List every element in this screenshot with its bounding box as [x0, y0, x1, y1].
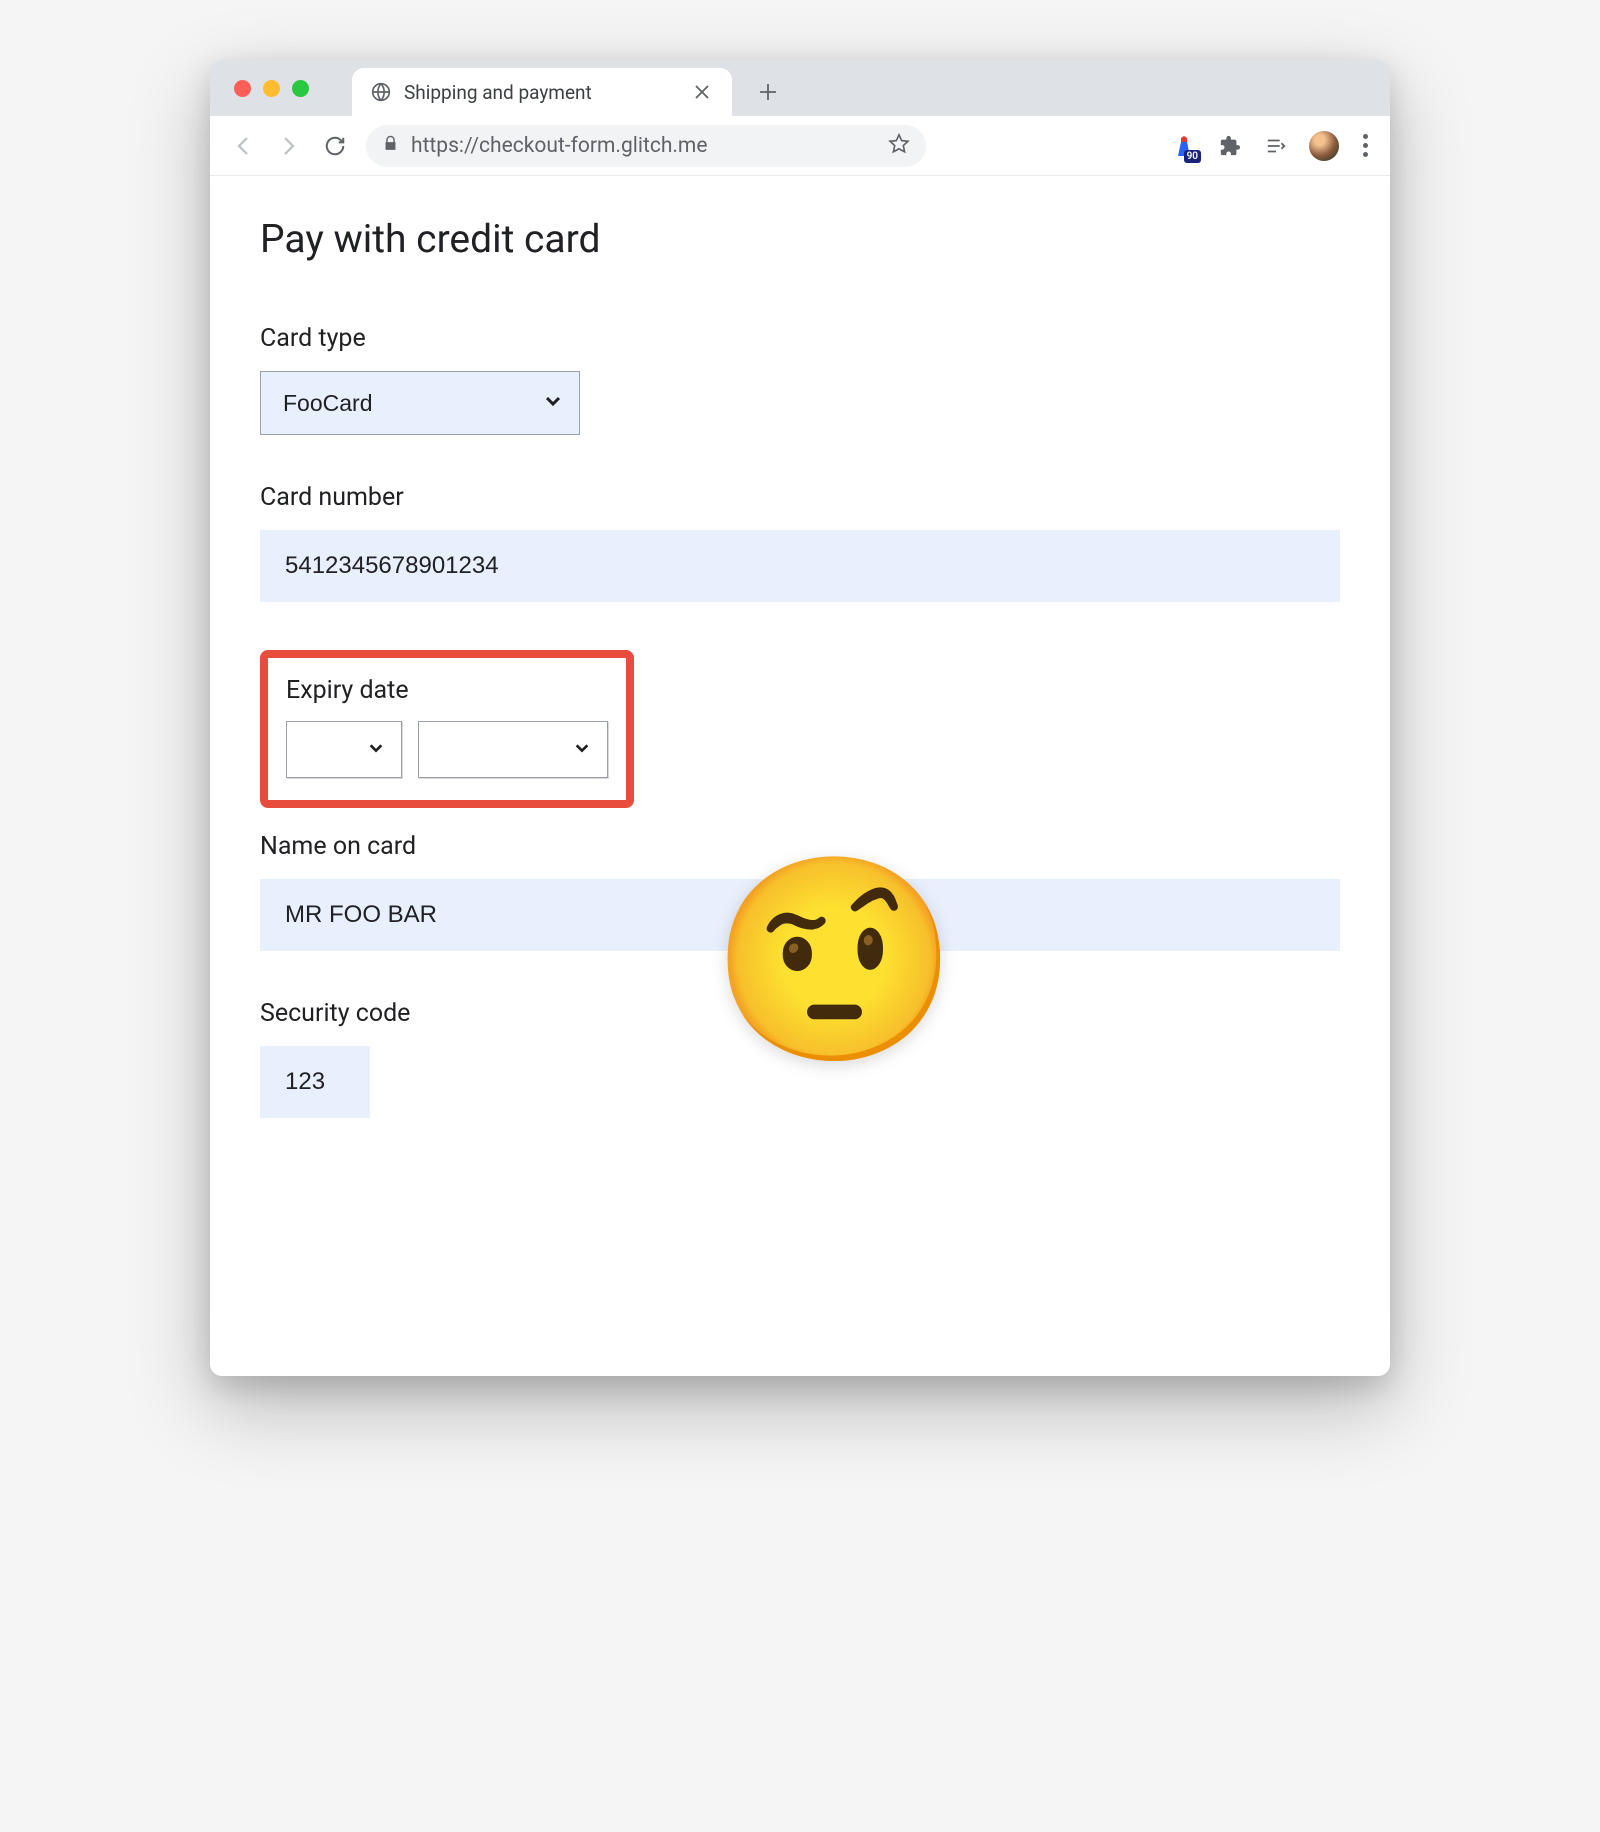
url-text: https://checkout-form.glitch.me	[411, 134, 876, 158]
reading-list-icon[interactable]	[1263, 133, 1289, 159]
profile-avatar[interactable]	[1309, 131, 1339, 161]
card-type-select[interactable]: FooCard	[260, 371, 580, 435]
back-button[interactable]	[228, 131, 258, 161]
security-code-input[interactable]	[260, 1046, 370, 1118]
maximize-window-button[interactable]	[292, 80, 309, 97]
close-window-button[interactable]	[234, 80, 251, 97]
tab-title: Shipping and payment	[404, 81, 678, 104]
card-type-label: Card type	[260, 324, 1340, 353]
card-type-field: Card type FooCard	[260, 324, 1340, 435]
tab-bar: Shipping and payment	[210, 60, 1390, 116]
card-number-label: Card number	[260, 483, 1340, 512]
page-content: Pay with credit card Card type FooCard C…	[210, 176, 1390, 1376]
globe-icon	[370, 81, 392, 103]
browser-window: Shipping and payment https://checkout-fo…	[210, 60, 1390, 1376]
card-number-input[interactable]	[260, 530, 1340, 602]
lighthouse-extension-icon[interactable]: 90	[1171, 133, 1197, 159]
extensions-puzzle-icon[interactable]	[1217, 133, 1243, 159]
extension-badge: 90	[1184, 150, 1201, 163]
address-bar[interactable]: https://checkout-form.glitch.me	[366, 125, 926, 167]
bookmark-star-icon[interactable]	[888, 133, 910, 159]
chrome-menu-button[interactable]	[1359, 130, 1372, 161]
minimize-window-button[interactable]	[263, 80, 280, 97]
browser-toolbar: https://checkout-form.glitch.me 90	[210, 116, 1390, 176]
raised-eyebrow-emoji: 🤨	[710, 861, 959, 1061]
new-tab-button[interactable]	[748, 72, 788, 112]
expiry-highlight-annotation: Expiry date	[260, 650, 634, 808]
browser-tab[interactable]: Shipping and payment	[352, 68, 732, 116]
reload-button[interactable]	[320, 131, 350, 161]
forward-button[interactable]	[274, 131, 304, 161]
page-heading: Pay with credit card	[260, 216, 1340, 262]
lock-icon	[382, 135, 399, 156]
window-controls	[234, 80, 309, 97]
expiry-month-select[interactable]	[286, 721, 402, 778]
expiry-year-select[interactable]	[418, 721, 608, 778]
card-number-field: Card number	[260, 483, 1340, 602]
expiry-label: Expiry date	[286, 676, 608, 705]
close-tab-button[interactable]	[690, 80, 714, 104]
toolbar-right: 90	[1171, 130, 1372, 161]
